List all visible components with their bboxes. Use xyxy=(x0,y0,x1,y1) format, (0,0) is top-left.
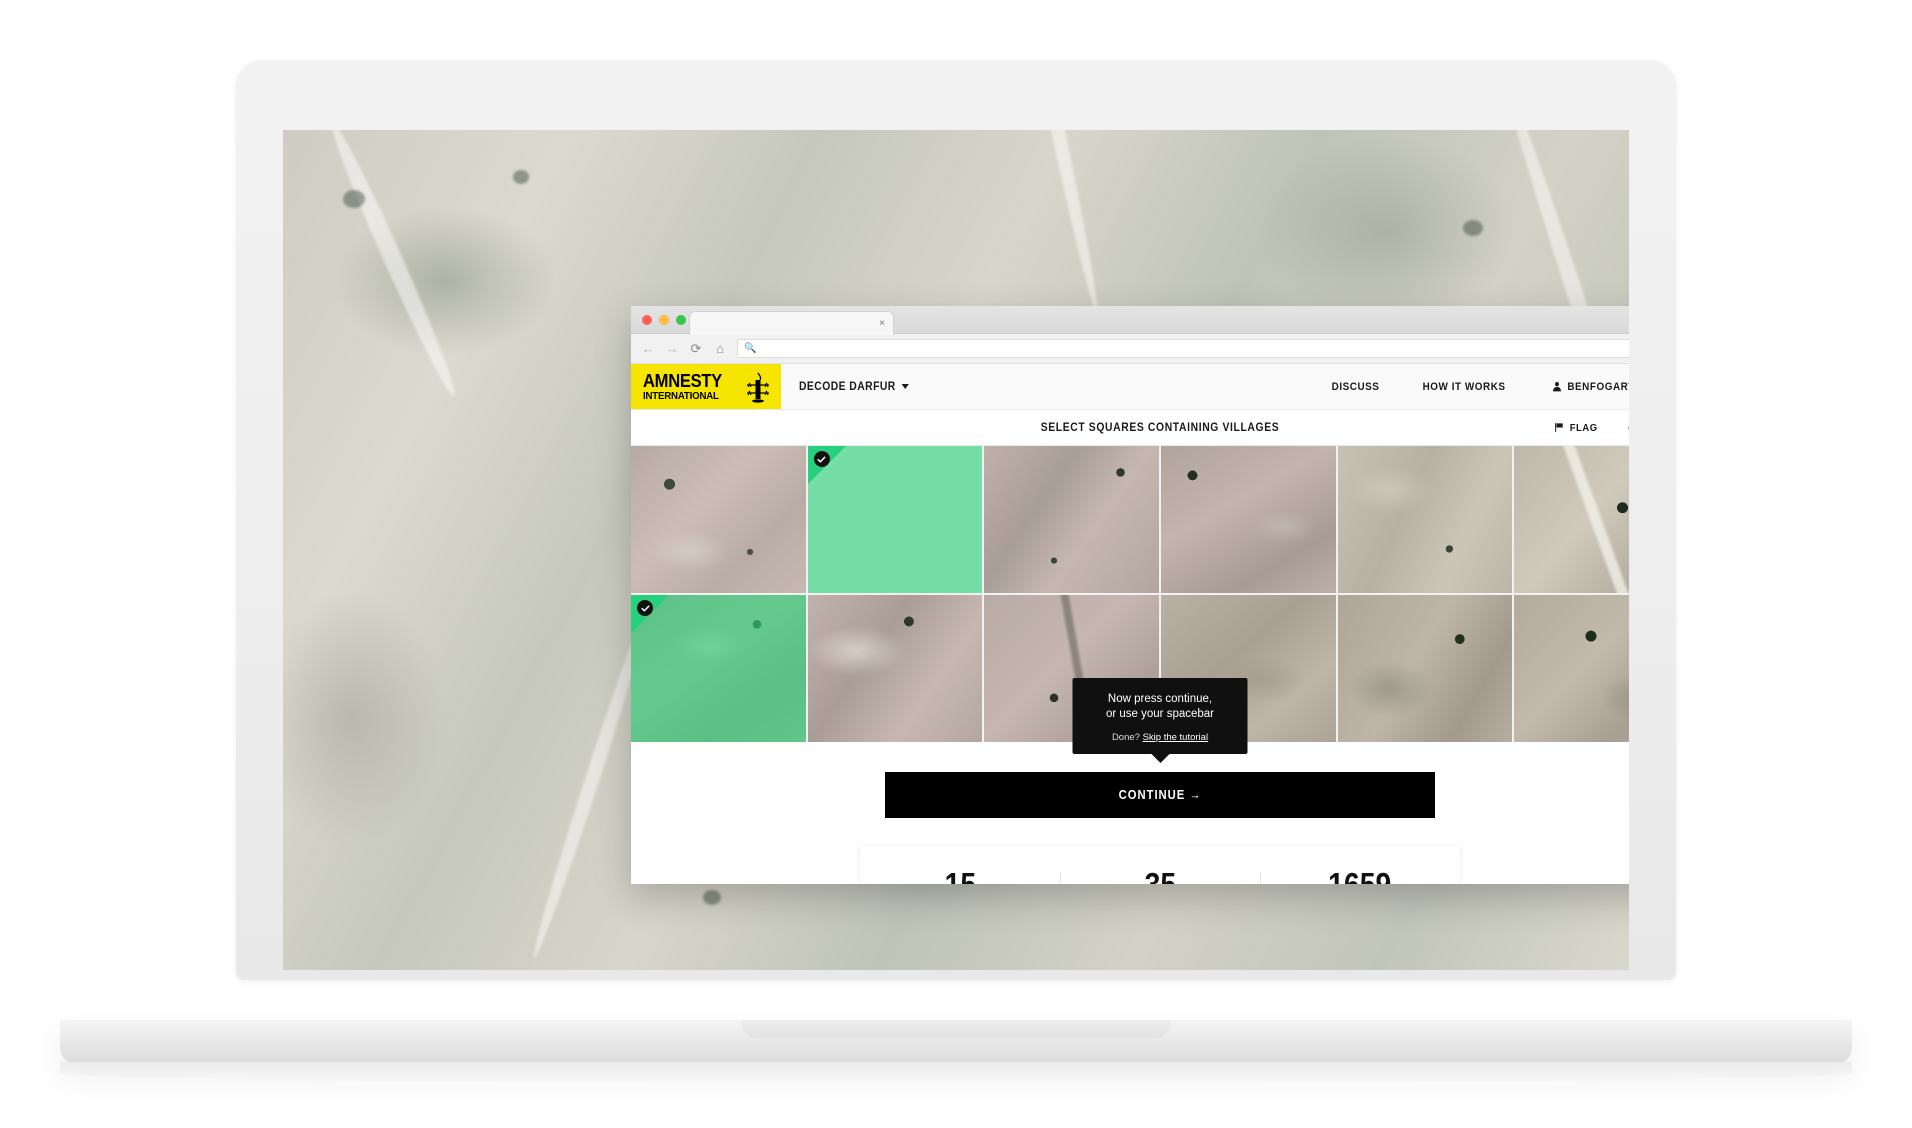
person-icon xyxy=(1553,382,1561,392)
stat-this-session: 15 SQUARE KM THIS SESSION xyxy=(860,868,1060,884)
tooltip-line-1: Now press continue, xyxy=(1107,693,1213,705)
task-subbar: SELECT SQUARES CONTAINING VILLAGES FLAG xyxy=(631,410,1629,446)
back-arrow-icon[interactable]: ← xyxy=(641,341,655,356)
grid-cell[interactable] xyxy=(807,446,983,593)
minimize-window-button[interactable] xyxy=(659,315,669,325)
web-page: AMNESTY INTERNATIONAL DECODE DARFUR DISC… xyxy=(631,364,1629,884)
grid-cell[interactable] xyxy=(1337,595,1513,742)
window-controls[interactable] xyxy=(642,315,686,325)
main-navigation: DISCUSS HOW IT WORKS BENFOGARTY xyxy=(1329,364,1629,409)
flag-icon xyxy=(1554,423,1563,432)
satellite-task-grid-wrapper: Now press continue, or use your spacebar… xyxy=(631,446,1629,754)
satellite-tile xyxy=(1337,446,1513,593)
logo-line-2: INTERNATIONAL xyxy=(643,389,719,402)
browser-tab[interactable]: × xyxy=(689,311,894,335)
nav-how-it-works-label: HOW IT WORKS xyxy=(1422,380,1506,393)
amnesty-logo[interactable]: AMNESTY INTERNATIONAL xyxy=(631,364,781,409)
project-menu[interactable]: DECODE DARFUR xyxy=(781,364,910,409)
stats-card: 15 SQUARE KM THIS SESSION 35 SQUARE KM A… xyxy=(860,846,1460,884)
satellite-tile xyxy=(1161,446,1336,593)
stat-all-sessions: 35 SQUARE KM ALL SESSIONS xyxy=(1060,868,1260,884)
browser-window: × ← → ⟳ ⌂ 🔍 AMNESTY INTERNATIONAL DECODE… xyxy=(631,306,1629,884)
stat-value: 35 xyxy=(1144,868,1176,884)
grid-cell[interactable] xyxy=(1514,446,1629,593)
grid-cell[interactable] xyxy=(807,595,983,742)
grid-cell[interactable] xyxy=(631,446,806,593)
laptop-base xyxy=(60,1020,1852,1064)
user-menu-label: BENFOGARTY xyxy=(1567,380,1629,393)
continue-button[interactable]: CONTINUE → xyxy=(885,772,1435,818)
terrain-streak xyxy=(1002,130,1104,314)
nav-how-it-works[interactable]: HOW IT WORKS xyxy=(1422,381,1505,393)
terrain-blob xyxy=(1463,220,1483,236)
grid-cell[interactable] xyxy=(1514,595,1629,742)
grid-cell[interactable] xyxy=(984,446,1159,593)
address-bar[interactable]: 🔍 xyxy=(737,339,1629,358)
tooltip-skip-row: Done? Skip the tutorial xyxy=(1085,732,1236,743)
project-menu-label: DECODE DARFUR xyxy=(799,380,896,393)
terrain-blob xyxy=(513,170,529,184)
chevron-down-icon xyxy=(902,384,910,389)
logo-wordmark: AMNESTY INTERNATIONAL xyxy=(643,372,729,402)
stat-all-volunteers: 1659 SQUARE KM ALL VOLUNTEERS xyxy=(1260,868,1460,884)
satellite-tile xyxy=(1514,595,1629,742)
key-button[interactable]: ? KEY xyxy=(1628,422,1629,434)
nav-discuss-label: DISCUSS xyxy=(1331,380,1380,393)
search-icon: 🔍 xyxy=(744,343,757,354)
task-title: SELECT SQUARES CONTAINING VILLAGES xyxy=(1040,421,1280,434)
user-menu[interactable]: BENFOGARTY xyxy=(1552,381,1629,393)
stat-value: 15 xyxy=(944,868,976,884)
grid-cell[interactable] xyxy=(1337,446,1513,593)
laptop-screen: × ← → ⟳ ⌂ 🔍 AMNESTY INTERNATIONAL DECODE… xyxy=(283,130,1629,970)
satellite-tile xyxy=(1514,446,1629,593)
url-input[interactable] xyxy=(761,343,1629,354)
tab-close-icon[interactable]: × xyxy=(879,318,885,329)
satellite-tile xyxy=(807,595,983,742)
task-footer: CONTINUE → 15 SQUARE KM THIS SESSION 35 xyxy=(631,742,1629,884)
task-actions: FLAG ? KEY xyxy=(1552,422,1629,434)
skip-tutorial-link[interactable]: Skip the tutorial xyxy=(1143,732,1208,743)
flag-label: FLAG xyxy=(1569,421,1598,434)
home-icon[interactable]: ⌂ xyxy=(713,341,727,356)
satellite-tile xyxy=(631,446,806,593)
reload-icon[interactable]: ⟳ xyxy=(689,341,703,356)
terrain-blob xyxy=(703,890,721,905)
satellite-tile xyxy=(1337,595,1513,742)
check-circle-icon xyxy=(637,600,653,616)
flag-button[interactable]: FLAG xyxy=(1554,422,1597,434)
nav-discuss[interactable]: DISCUSS xyxy=(1331,381,1379,393)
browser-titlebar: × xyxy=(631,306,1629,335)
tutorial-tooltip: Now press continue, or use your spacebar… xyxy=(1072,678,1248,754)
terrain-blob xyxy=(343,190,365,208)
continue-button-label: CONTINUE → xyxy=(1118,788,1202,802)
scene: × ← → ⟳ ⌂ 🔍 AMNESTY INTERNATIONAL DECODE… xyxy=(0,0,1912,1128)
satellite-tile xyxy=(984,446,1159,593)
forward-arrow-icon[interactable]: → xyxy=(665,341,679,356)
question-circle-icon: ? xyxy=(1628,424,1629,431)
close-window-button[interactable] xyxy=(642,315,652,325)
candle-barbed-wire-icon xyxy=(747,372,769,403)
grid-cell[interactable] xyxy=(1161,446,1336,593)
stat-value: 1659 xyxy=(1328,868,1391,884)
tooltip-skip-prompt: Done? xyxy=(1111,732,1140,743)
laptop-shadow xyxy=(60,1062,1852,1084)
site-header: AMNESTY INTERNATIONAL DECODE DARFUR DISC… xyxy=(631,364,1629,410)
tooltip-line-2: or use your spacebar xyxy=(1105,708,1215,720)
maximize-window-button[interactable] xyxy=(676,315,686,325)
grid-cell[interactable] xyxy=(631,595,806,742)
browser-toolbar: ← → ⟳ ⌂ 🔍 xyxy=(631,334,1629,364)
terrain-streak xyxy=(323,130,463,400)
check-circle-icon xyxy=(813,451,830,467)
logo-line-1: AMNESTY xyxy=(643,370,723,391)
